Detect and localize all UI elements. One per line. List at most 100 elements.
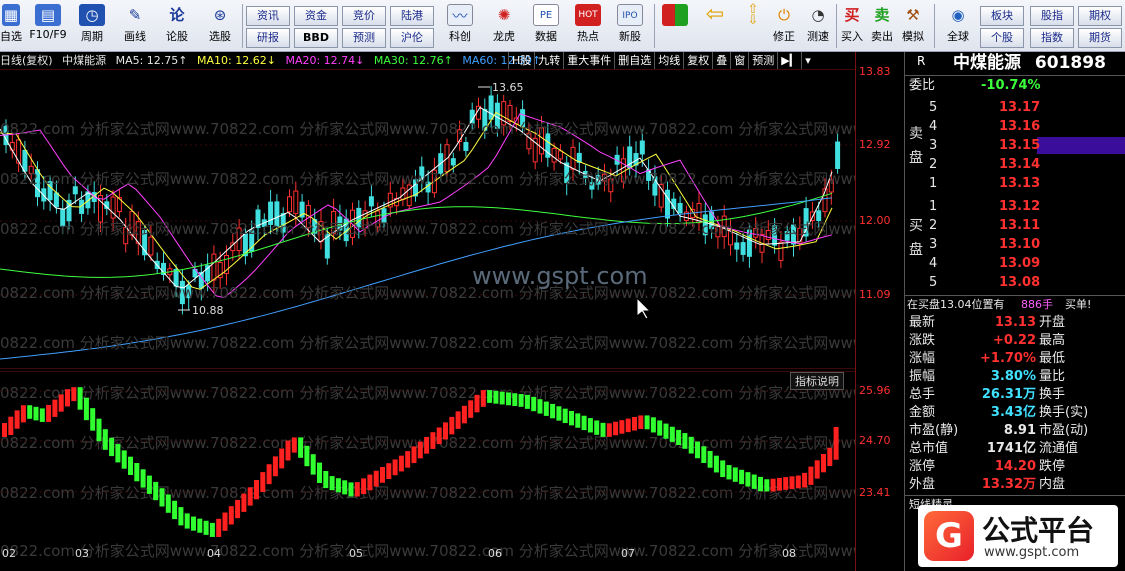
buy-level-row[interactable]: 5 13.08 bbox=[905, 274, 1125, 292]
indicator-bar bbox=[184, 513, 190, 529]
toolbar-item-sell[interactable]: 卖 卖出 bbox=[868, 2, 896, 50]
button-guzhi[interactable]: 股指 bbox=[1030, 6, 1074, 26]
toolbar-item-global[interactable]: ◉ 全球 bbox=[938, 2, 978, 50]
indicator-bar bbox=[222, 512, 228, 531]
indicator-bar bbox=[562, 408, 568, 424]
up-down-button[interactable]: ⇧ ⇩ bbox=[740, 2, 766, 50]
button-bankuai[interactable]: 板块 bbox=[980, 6, 1024, 26]
month-label: 04 bbox=[207, 547, 221, 560]
button-hulun[interactable]: 沪伦 bbox=[390, 28, 434, 48]
indicator-bar bbox=[663, 423, 669, 439]
indicator-bar bbox=[90, 408, 96, 431]
indicator-bar bbox=[720, 460, 726, 478]
candle-body bbox=[778, 241, 784, 261]
indicator-info-button[interactable]: 指标说明 bbox=[790, 372, 844, 390]
month-label: 02 bbox=[2, 547, 16, 560]
button-zijin[interactable]: 资金 bbox=[294, 6, 338, 26]
button-gegu[interactable]: 个股 bbox=[980, 28, 1024, 48]
toolbar-item-ipo[interactable]: IPO 新股 bbox=[610, 2, 650, 50]
toolbar-item-select[interactable]: ⊛ 选股 bbox=[200, 2, 240, 50]
indicator-bar bbox=[613, 421, 619, 436]
button-ma[interactable]: 均线 bbox=[654, 52, 683, 69]
button-window[interactable]: 窗 bbox=[730, 52, 748, 69]
buy-level-row[interactable]: 1 13.12 bbox=[905, 198, 1125, 216]
price-tick: 12.00 bbox=[859, 214, 891, 227]
candlestick-chart[interactable]: 13.65 10.88 bbox=[0, 69, 855, 369]
layout-button[interactable] bbox=[660, 2, 690, 50]
toolbar-item-hot[interactable]: HOT 热点 bbox=[568, 2, 608, 50]
pen-icon: ✎ bbox=[128, 6, 142, 24]
toolbar-separator bbox=[836, 4, 837, 48]
indicator-bar bbox=[499, 391, 505, 405]
indicator-bar bbox=[191, 516, 196, 531]
toolbar-item-zixuan[interactable]: ▦ 自选 bbox=[0, 2, 22, 50]
sell-level-row[interactable]: 3 13.15 bbox=[905, 137, 1125, 155]
button-bbd[interactable]: BBD bbox=[294, 28, 338, 48]
period-label[interactable]: 日线(复权) bbox=[0, 54, 53, 67]
candle-body bbox=[331, 211, 337, 234]
toolbar-item-period[interactable]: ◷ 周期 bbox=[72, 2, 112, 50]
sell-level-row[interactable]: 1 13.13 bbox=[905, 175, 1125, 193]
candle-body bbox=[72, 186, 78, 195]
toolbar-item-kechuang[interactable]: 〰 科创 bbox=[440, 2, 480, 50]
price-value: 13.11 bbox=[999, 218, 1041, 233]
price-value: 13.10 bbox=[999, 237, 1041, 252]
indicator-bar bbox=[713, 455, 719, 473]
toolbar-item-buy[interactable]: 买 买入 bbox=[838, 2, 866, 50]
candle-body bbox=[381, 208, 387, 223]
candle-body bbox=[557, 150, 563, 160]
mouse-cursor-icon bbox=[636, 296, 652, 320]
button-forecast[interactable]: 预测 bbox=[748, 52, 777, 69]
buy-level-row[interactable]: 4 13.09 bbox=[905, 255, 1125, 273]
quote-label: 振幅 bbox=[909, 369, 936, 384]
button-yuce[interactable]: 预测 bbox=[342, 28, 386, 48]
button-jingjia[interactable]: 竞价 bbox=[342, 6, 386, 26]
toolbar-item-draw[interactable]: ✎ 画线 bbox=[116, 2, 154, 50]
buy-level-row[interactable]: 2 13.11 bbox=[905, 217, 1125, 235]
indicator-bar bbox=[109, 437, 115, 457]
layout-icon bbox=[662, 4, 688, 26]
button-fuquan[interactable]: 复权 bbox=[683, 52, 712, 69]
button-jiuzhuan[interactable]: 九转 bbox=[534, 52, 563, 69]
back-button[interactable]: ⇦ bbox=[700, 2, 730, 50]
candle-body bbox=[696, 202, 702, 224]
sell-level-row[interactable]: 2 13.14 bbox=[905, 156, 1125, 174]
indicator-bar bbox=[260, 472, 266, 492]
toolbar-item-discuss[interactable]: 论 论股 bbox=[160, 2, 194, 50]
button-hgu[interactable]: H股 bbox=[508, 52, 534, 69]
toolbar-item-speed[interactable]: ◔ 测速 bbox=[802, 2, 834, 50]
button-zixun[interactable]: 资讯 bbox=[246, 6, 290, 26]
indicator-chart[interactable] bbox=[0, 371, 855, 545]
indicator-bar bbox=[178, 507, 184, 526]
button-qiquan[interactable]: 期权 bbox=[1078, 6, 1122, 26]
toolbar-item-data[interactable]: PE 数据 bbox=[526, 2, 566, 50]
toolbar-item-f10[interactable]: ▤ F10/F9 bbox=[28, 2, 68, 50]
indicator-bar bbox=[380, 467, 385, 483]
stock-code: 601898 bbox=[1034, 53, 1106, 73]
button-events[interactable]: 重大事件 bbox=[563, 52, 614, 69]
chevron-down-icon[interactable]: ▾ bbox=[801, 52, 814, 69]
candle-body bbox=[740, 242, 746, 255]
buy-level-row[interactable]: 3 13.10 bbox=[905, 236, 1125, 254]
candle-body bbox=[293, 190, 299, 214]
ma5-label: MA5: 12.75↑ bbox=[115, 54, 188, 67]
button-zhishu[interactable]: 指数 bbox=[1030, 28, 1074, 48]
toolbar-item-simulate[interactable]: ⚒ 模拟 bbox=[898, 2, 928, 50]
button-qihuo[interactable]: 期货 bbox=[1078, 28, 1122, 48]
sell-level-row[interactable]: 5 13.17 bbox=[905, 99, 1125, 117]
nav-right-icon[interactable]: ▶▎ bbox=[777, 52, 801, 69]
button-yanbao[interactable]: 研报 bbox=[246, 28, 290, 48]
indicator-bar bbox=[443, 422, 448, 440]
button-overlay[interactable]: 叠 bbox=[712, 52, 730, 69]
button-lugang[interactable]: 陆港 bbox=[390, 6, 434, 26]
indicator-bar bbox=[27, 405, 33, 419]
indicator-bar bbox=[335, 478, 341, 493]
button-remove-watch[interactable]: 删自选 bbox=[614, 52, 654, 69]
indicator-bar bbox=[128, 456, 133, 475]
toolbar-item-revise[interactable]: ⏻ 修正 bbox=[768, 2, 800, 50]
toolbar-item-longhu[interactable]: ✺ 龙虎 bbox=[484, 2, 524, 50]
ma10-label: MA10: 12.62↓ bbox=[197, 54, 276, 67]
sell-level-row[interactable]: 4 13.16 bbox=[905, 118, 1125, 136]
sell-icon: 卖 bbox=[874, 6, 890, 24]
quote-label: 外盘 bbox=[909, 477, 936, 492]
